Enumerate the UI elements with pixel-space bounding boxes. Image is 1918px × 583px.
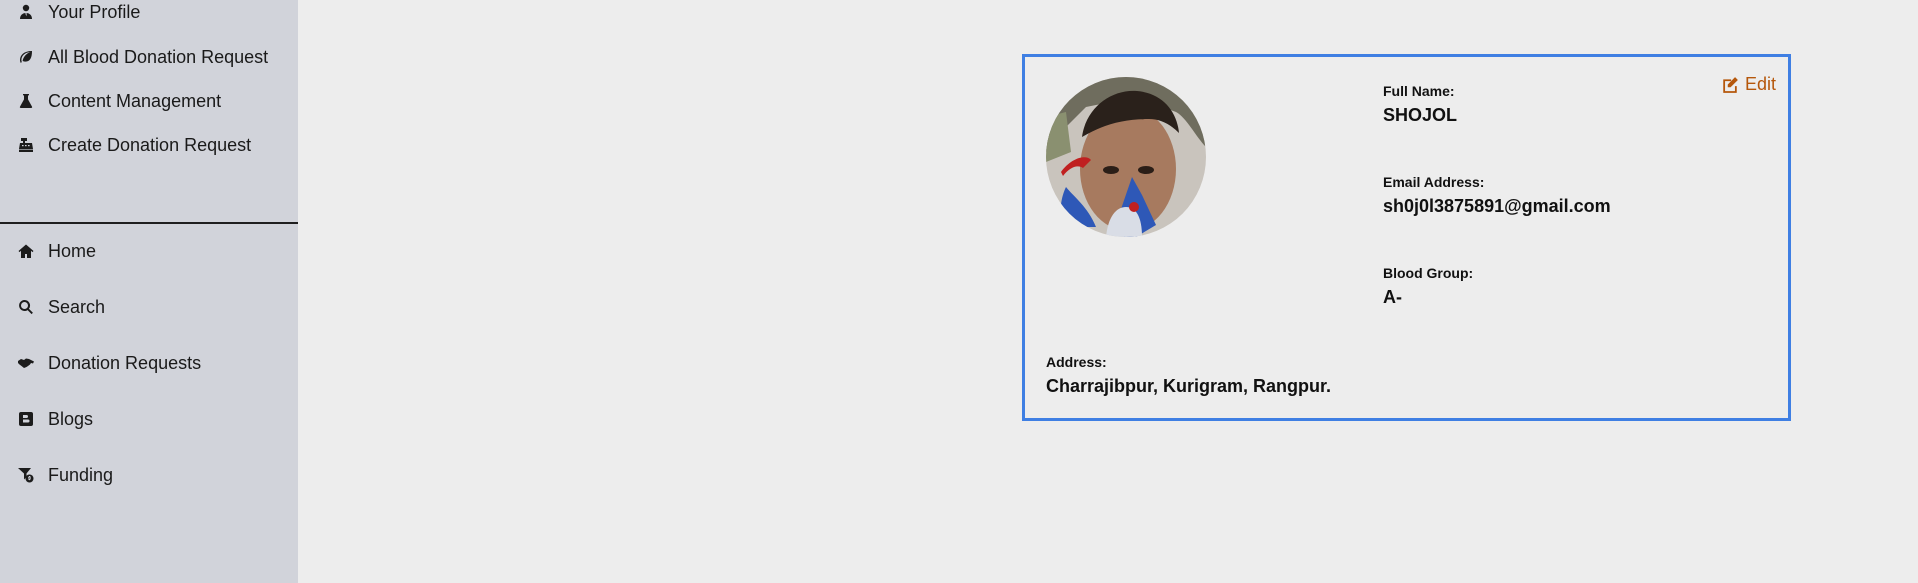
sidebar-item-content-management[interactable]: Content Management	[0, 87, 298, 115]
sidebar-item-label: All Blood Donation Request	[48, 46, 269, 67]
sidebar-item-all-blood-donation-request[interactable]: All Blood Donation Request	[0, 43, 298, 71]
blood-group-value: A-	[1383, 287, 1402, 307]
sidebar-item-label: Create Donation Request	[48, 134, 252, 155]
sidebar-item-create-donation-request[interactable]: Create Donation Request	[0, 131, 298, 159]
address-value: Charrajibpur, Kurigram, Rangpur.	[1046, 376, 1332, 396]
sidebar-item-label: Your Profile	[48, 1, 141, 22]
sidebar-item-search[interactable]: Search	[0, 293, 298, 321]
edit-label: Edit	[1744, 74, 1776, 94]
sidebar-item-blogs[interactable]: Blogs	[0, 405, 298, 433]
sidebar-item-funding[interactable]: Funding	[0, 461, 298, 489]
edit-icon	[1723, 76, 1738, 93]
email-label: Email Address:	[1383, 174, 1485, 190]
sidebar-divider	[0, 222, 298, 224]
funnel-dollar-icon	[17, 466, 35, 484]
blogger-icon	[17, 410, 35, 428]
sidebar-item-label: Blogs	[48, 408, 94, 429]
home-icon	[17, 242, 35, 260]
edit-button[interactable]: Edit	[1721, 74, 1776, 95]
cash-register-icon	[17, 136, 35, 154]
search-icon	[17, 298, 35, 316]
profile-card: Edit Full Name: SHOJOL Email Address: sh…	[1022, 54, 1791, 421]
handshake-icon	[17, 354, 35, 372]
sidebar-item-your-profile[interactable]: Your Profile	[0, 0, 298, 26]
flask-icon	[17, 92, 35, 110]
main-content: Edit Full Name: SHOJOL Email Address: sh…	[298, 0, 1918, 583]
sidebar-item-home[interactable]: Home	[0, 237, 298, 265]
avatar	[1046, 77, 1206, 237]
user-tie-icon	[17, 3, 35, 21]
sidebar-item-label: Donation Requests	[48, 352, 202, 373]
sidebar-item-label: Search	[48, 296, 106, 317]
blood-group-label: Blood Group:	[1383, 265, 1474, 281]
sidebar: Your Profile All Blood Donation Request …	[0, 0, 298, 583]
address-label: Address:	[1046, 354, 1107, 370]
full-name-value: SHOJOL	[1383, 105, 1458, 125]
full-name-label: Full Name:	[1383, 83, 1455, 99]
sidebar-item-donation-requests[interactable]: Donation Requests	[0, 349, 298, 377]
email-value: sh0j0l3875891@gmail.com	[1383, 196, 1611, 216]
sidebar-item-label: Home	[48, 240, 97, 261]
sidebar-item-label: Content Management	[48, 90, 222, 111]
sidebar-item-label: Funding	[48, 464, 114, 485]
leaf-icon	[17, 48, 35, 66]
